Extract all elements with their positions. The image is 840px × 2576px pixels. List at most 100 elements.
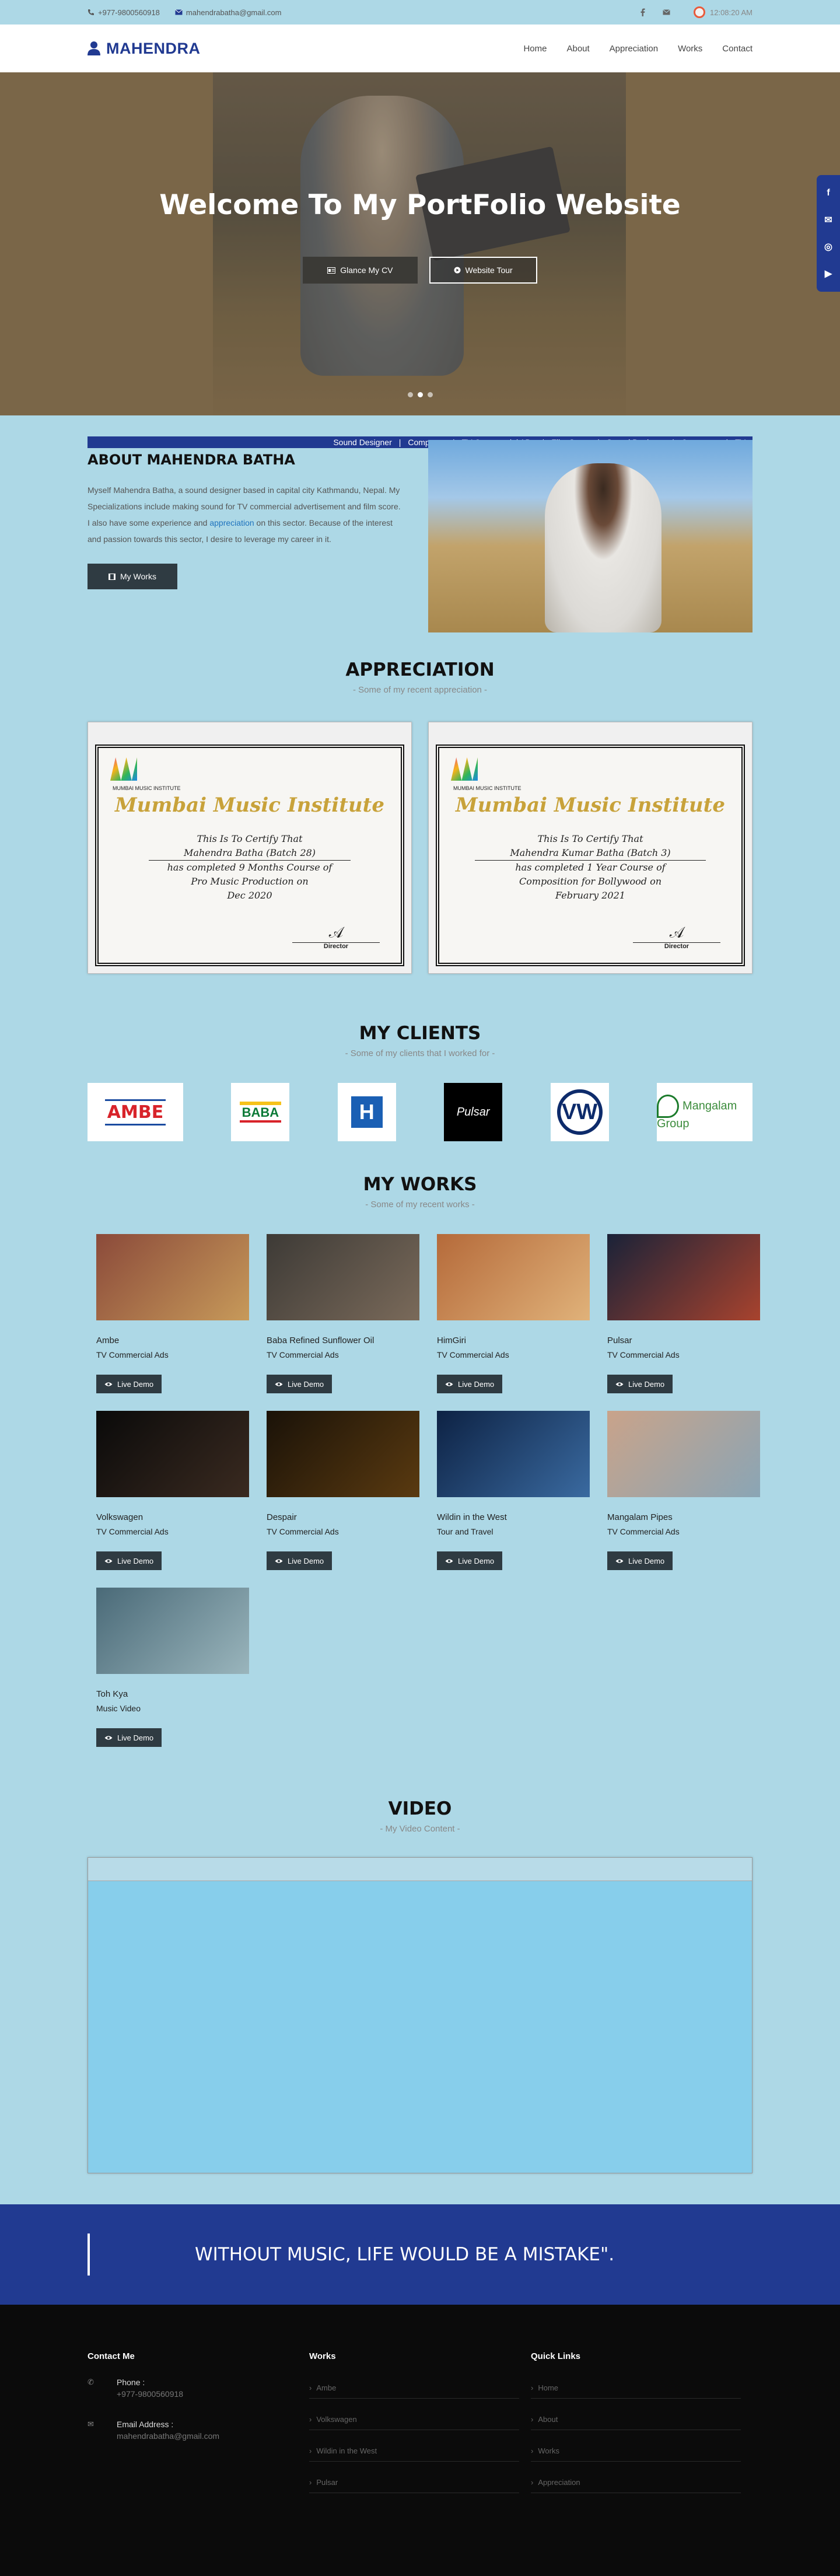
website-tour-button[interactable]: Website Tour	[429, 257, 537, 284]
client-logo-mangalam[interactable]: Mangalam Group	[656, 1083, 752, 1141]
live-demo-label: Live Demo	[117, 1556, 154, 1565]
footer-works-link[interactable]: › Ambe	[309, 2378, 519, 2399]
footer-phone-label: Phone :	[117, 2378, 145, 2387]
nav-works[interactable]: Works	[678, 44, 702, 54]
youtube-icon[interactable]: ▶	[817, 260, 840, 287]
glance-cv-button[interactable]: Glance My CV	[303, 257, 418, 284]
footer-email[interactable]: mahendrabatha@gmail.com	[117, 2431, 219, 2441]
clients-section: MY CLIENTS - Some of my clients that I w…	[88, 1023, 752, 1141]
id-card-icon	[327, 267, 336, 274]
work-thumbnail[interactable]	[96, 1234, 249, 1320]
work-thumbnail[interactable]	[607, 1234, 760, 1320]
live-demo-label: Live Demo	[117, 1733, 154, 1742]
pulsar-logo: Pulsar	[456, 1105, 490, 1119]
footer-quick-link[interactable]: › About	[531, 2409, 741, 2430]
nav-home[interactable]: Home	[523, 44, 547, 54]
instagram-icon[interactable]: ◎	[817, 233, 840, 260]
video-player[interactable]	[88, 1857, 752, 2173]
chevron-right-icon: ›	[309, 2383, 312, 2392]
live-demo-label: Live Demo	[458, 1556, 495, 1565]
facebook-icon[interactable]: f	[817, 180, 840, 207]
live-demo-button[interactable]: Live Demo	[607, 1551, 673, 1570]
live-demo-label: Live Demo	[628, 1379, 665, 1389]
footer-link-label: About	[538, 2415, 558, 2424]
work-thumbnail[interactable]	[267, 1411, 419, 1497]
facebook-icon[interactable]	[640, 8, 645, 16]
cert-line: has completed 1 Year Course of	[515, 862, 666, 873]
mangalam-logo: Mangalam Group	[656, 1095, 752, 1130]
certificate-card[interactable]: MUMBAI MUSIC INSTITUTE Mumbai Music Inst…	[88, 722, 412, 974]
topbar-phone[interactable]: +977-9800560918	[88, 8, 160, 17]
footer-link-label: Appreciation	[538, 2478, 580, 2487]
phone-icon	[88, 9, 94, 15]
footer-works-link[interactable]: › Wildin in the West	[309, 2441, 519, 2462]
work-thumbnail[interactable]	[437, 1411, 590, 1497]
clock-time: 12:08:20 AM	[710, 8, 752, 17]
eye-icon	[275, 1382, 283, 1386]
client-logo-ambe[interactable]: AMBE	[88, 1083, 183, 1141]
video-section: VIDEO - My Video Content -	[88, 1798, 752, 2173]
topbar-email[interactable]: mahendrabatha@gmail.com	[175, 8, 282, 17]
work-thumbnail[interactable]	[96, 1411, 249, 1497]
live-demo-label: Live Demo	[288, 1379, 324, 1389]
work-thumbnail[interactable]	[607, 1411, 760, 1497]
work-category: Tour and Travel	[437, 1527, 494, 1536]
brand-logo[interactable]: MAHENDRA	[88, 40, 201, 58]
footer-works-title: Works	[309, 2351, 336, 2361]
footer-quick-link[interactable]: › Works	[531, 2441, 741, 2462]
footer-link-label: Wildin in the West	[316, 2446, 377, 2455]
client-logo-himgiri[interactable]: H	[337, 1083, 396, 1141]
work-thumbnail[interactable]	[437, 1234, 590, 1320]
footer-link-label: Home	[538, 2383, 559, 2392]
mail-icon[interactable]	[663, 9, 670, 15]
nav-appreciation[interactable]: Appreciation	[610, 44, 658, 54]
email-icon[interactable]: ✉	[817, 207, 840, 233]
chevron-right-icon: ›	[531, 2478, 534, 2487]
ambe-logo: AMBE	[104, 1099, 166, 1126]
live-demo-button[interactable]: Live Demo	[96, 1551, 162, 1570]
navbar: MAHENDRA Home About Appreciation Works C…	[0, 25, 840, 72]
play-circle-icon	[454, 267, 461, 274]
live-demo-button[interactable]: Live Demo	[437, 1375, 503, 1393]
client-logo-volkswagen[interactable]: VW	[550, 1083, 609, 1141]
work-card: Pulsar TV Commercial Ads Live Demo	[607, 1234, 760, 1393]
footer-contact-title: Contact Me	[88, 2351, 135, 2361]
footer-phone[interactable]: +977-9800560918	[117, 2389, 183, 2399]
footer-contact: Contact Me ✆ Phone : +977-9800560918 ✉ E…	[88, 2351, 309, 2504]
work-category: TV Commercial Ads	[267, 1527, 339, 1536]
nav-contact[interactable]: Contact	[722, 44, 752, 54]
my-works-button[interactable]: My Works	[88, 564, 177, 589]
footer-works-link[interactable]: › Volkswagen	[309, 2409, 519, 2430]
appreciation-subtitle: - Some of my recent appreciation -	[352, 685, 488, 695]
live-demo-button[interactable]: Live Demo	[437, 1551, 503, 1570]
client-logo-pulsar[interactable]: Pulsar	[444, 1083, 503, 1141]
live-demo-button[interactable]: Live Demo	[96, 1375, 162, 1393]
certificate-card[interactable]: MUMBAI MUSIC INSTITUTE Mumbai Music Inst…	[428, 722, 752, 974]
appreciation-link[interactable]: appreciation	[209, 518, 254, 527]
client-logo-baba[interactable]: BABA	[231, 1083, 290, 1141]
eye-icon	[104, 1735, 113, 1740]
footer-works-link[interactable]: › Pulsar	[309, 2472, 519, 2493]
work-thumbnail[interactable]	[267, 1234, 419, 1320]
work-thumbnail[interactable]	[96, 1588, 249, 1674]
live-demo-button[interactable]: Live Demo	[607, 1375, 673, 1393]
work-category: TV Commercial Ads	[96, 1350, 169, 1359]
topbar-email-text: mahendrabatha@gmail.com	[186, 8, 282, 17]
nav-about[interactable]: About	[566, 44, 589, 54]
live-demo-button[interactable]: Live Demo	[267, 1375, 332, 1393]
slider-dot[interactable]	[427, 392, 433, 397]
appreciation-title: APPRECIATION	[345, 659, 495, 680]
live-demo-button[interactable]: Live Demo	[96, 1728, 162, 1747]
quote-text: WITHOUT MUSIC, LIFE WOULD BE A MISTAKE".	[195, 2244, 615, 2265]
quote-bar	[88, 2234, 90, 2276]
footer-quick-link[interactable]: › Appreciation	[531, 2472, 741, 2493]
slider-dot[interactable]	[407, 392, 413, 397]
footer-quick-link[interactable]: › Home	[531, 2378, 741, 2399]
slider-dot-active[interactable]	[417, 392, 423, 397]
live-demo-button[interactable]: Live Demo	[267, 1551, 332, 1570]
work-category: TV Commercial Ads	[96, 1527, 169, 1536]
works-subtitle: - Some of my recent works -	[365, 1200, 475, 1210]
user-icon	[88, 41, 100, 55]
cert-signature: 𝒜 Director	[292, 924, 380, 950]
work-title: HimGiri	[437, 1336, 466, 1345]
